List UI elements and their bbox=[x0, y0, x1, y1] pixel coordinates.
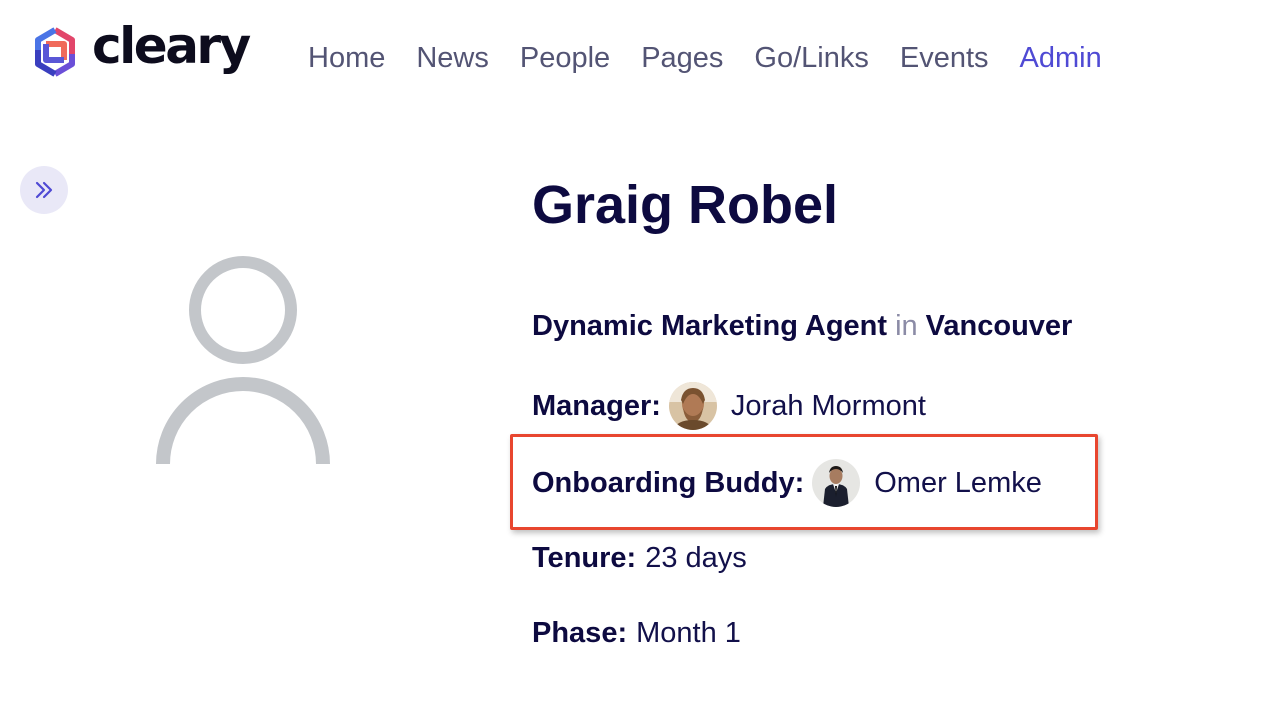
job-title: Dynamic Marketing Agent bbox=[532, 310, 888, 342]
highlight-annotation bbox=[510, 434, 1098, 530]
manager-avatar-image bbox=[668, 382, 717, 430]
phase-row: Phase: Month 1 bbox=[532, 617, 741, 650]
nav-golinks[interactable]: Go/Links bbox=[754, 40, 868, 76]
main-nav: Home News People Pages Go/Links Events A… bbox=[308, 40, 1133, 76]
manager-avatar[interactable] bbox=[668, 382, 717, 430]
phase-label: Phase: bbox=[532, 617, 628, 649]
tenure-label: Tenure: bbox=[532, 542, 637, 574]
profile-name: Graig Robel bbox=[532, 175, 839, 235]
nav-home[interactable]: Home bbox=[308, 40, 385, 76]
nav-people[interactable]: People bbox=[520, 40, 610, 76]
tenure-value: 23 days bbox=[645, 542, 747, 574]
location-connector: in bbox=[895, 310, 918, 342]
title-location-row: Dynamic Marketing Agent in Vancouver bbox=[532, 310, 1072, 343]
profile-page: cleary Home News People Pages Go/Links E… bbox=[0, 0, 1268, 704]
nav-news[interactable]: News bbox=[416, 40, 489, 76]
tenure-row: Tenure: 23 days bbox=[532, 542, 747, 575]
nav-events[interactable]: Events bbox=[900, 40, 989, 76]
expand-sidebar-button[interactable] bbox=[20, 166, 68, 214]
default-avatar-icon bbox=[156, 256, 330, 465]
location-link[interactable]: Vancouver bbox=[926, 310, 1073, 343]
nav-pages[interactable]: Pages bbox=[641, 40, 723, 76]
phase-value: Month 1 bbox=[636, 617, 741, 649]
manager-name[interactable]: Jorah Mormont bbox=[731, 390, 926, 423]
nav-admin[interactable]: Admin bbox=[1020, 40, 1102, 76]
cleary-logo-icon bbox=[35, 27, 75, 77]
chevrons-right-icon bbox=[35, 181, 53, 199]
brand-name: cleary bbox=[92, 17, 251, 75]
cleary-logo[interactable]: cleary bbox=[28, 17, 251, 80]
manager-label: Manager: bbox=[532, 389, 661, 422]
manager-row: Manager: Jorah Mormont bbox=[532, 382, 926, 430]
